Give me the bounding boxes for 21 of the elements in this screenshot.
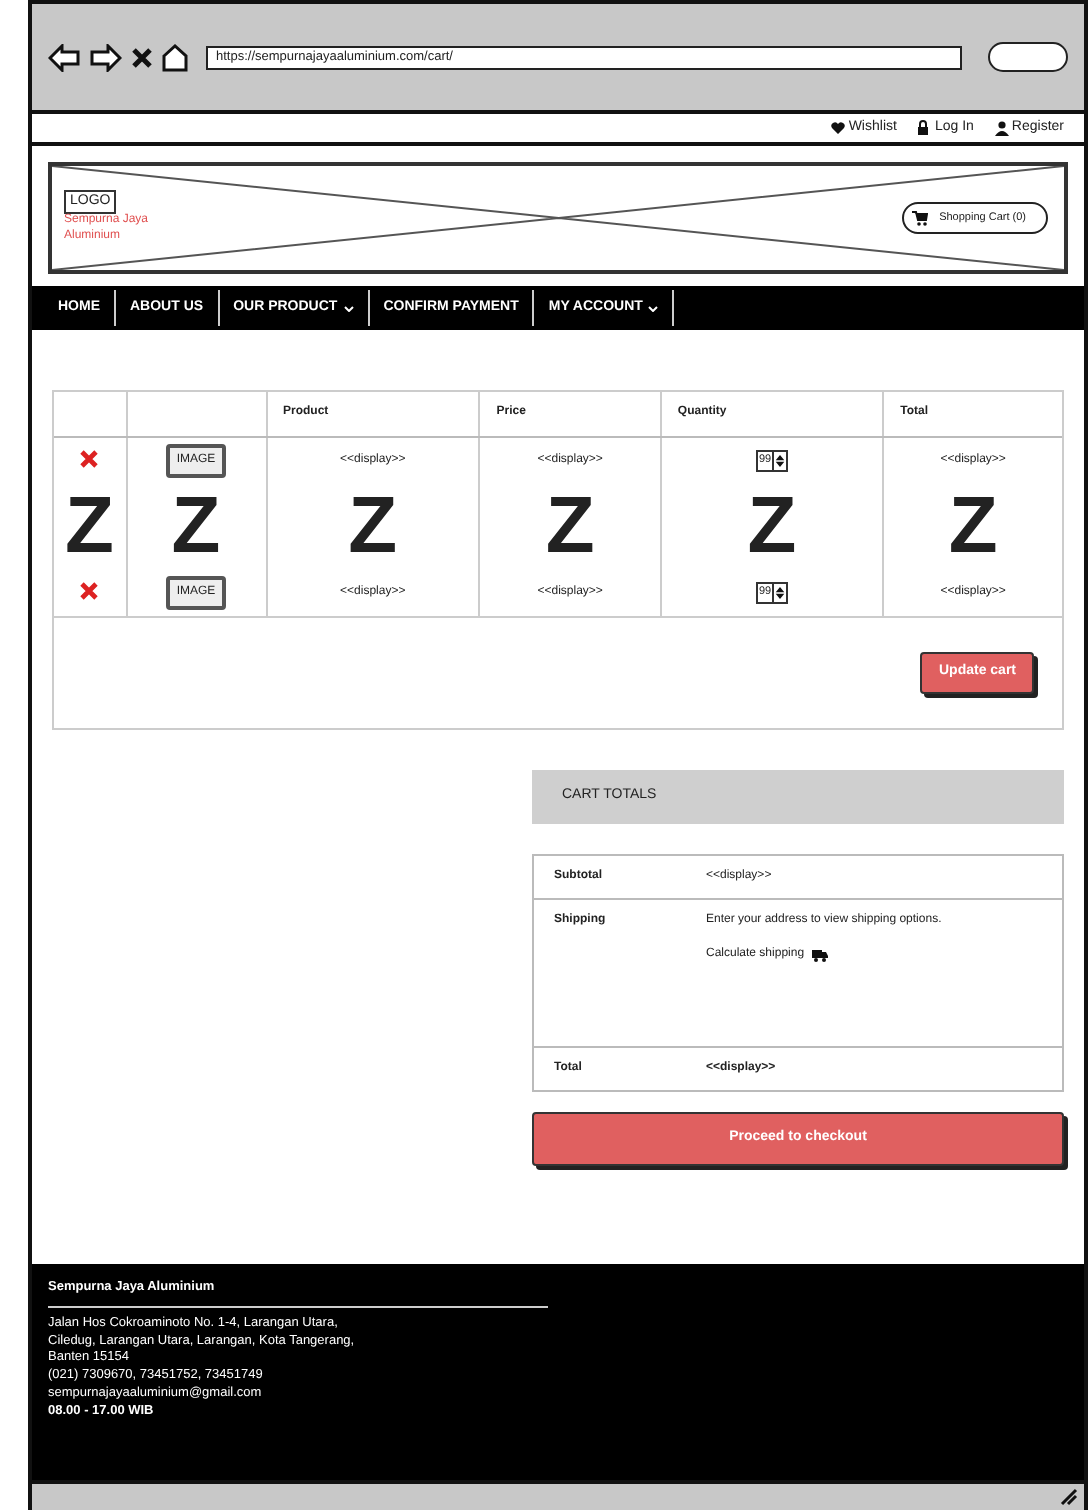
- cart-icon: [911, 210, 928, 226]
- caret-icon: [648, 305, 659, 311]
- back-icon[interactable]: [48, 43, 80, 71]
- z-mark: Z: [747, 484, 797, 568]
- home-icon[interactable]: [162, 43, 188, 71]
- remove-icon[interactable]: [80, 450, 99, 469]
- z-mark: Z: [545, 484, 595, 568]
- truck-icon: [812, 948, 829, 962]
- caret-icon: [343, 305, 354, 311]
- z-mark: Z: [171, 484, 221, 568]
- z-mark: Z: [348, 484, 398, 568]
- z-mark: Z: [65, 484, 114, 568]
- user-icon: [993, 120, 1010, 136]
- remove-icon[interactable]: [80, 581, 99, 600]
- heart-icon: [830, 120, 847, 136]
- close-icon[interactable]: [132, 47, 152, 67]
- resize-icon[interactable]: [1060, 1488, 1078, 1506]
- search-field[interactable]: [988, 42, 1068, 72]
- z-mark: Z: [948, 484, 998, 568]
- lock-icon: [916, 120, 933, 136]
- forward-icon[interactable]: [90, 43, 122, 71]
